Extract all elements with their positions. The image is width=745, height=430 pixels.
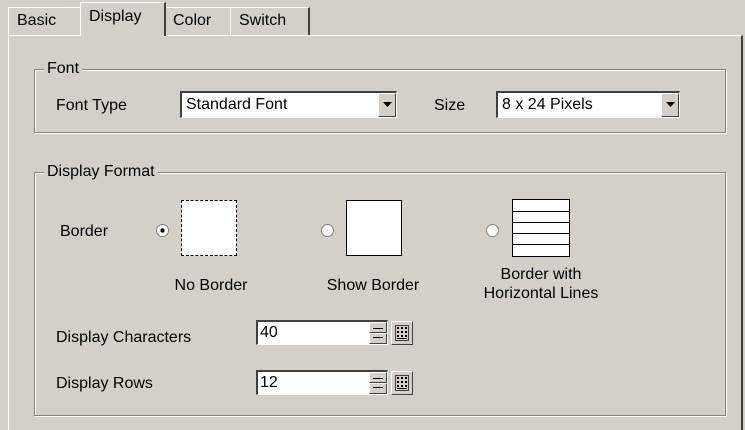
tab-switch[interactable]: Switch	[230, 7, 310, 37]
size-dropdown-button[interactable]	[661, 93, 679, 117]
size-label: Size	[434, 97, 466, 114]
border-label: Border	[60, 223, 109, 240]
keypad-icon	[395, 375, 409, 391]
display-format-group-legend: Display Format	[44, 163, 158, 181]
radio-show-border[interactable]	[321, 224, 334, 237]
display-rows-label: Display Rows	[56, 375, 153, 392]
no-border-preview	[181, 200, 237, 256]
size-value: 8 x 24 Pixels	[502, 96, 593, 113]
tab-color[interactable]: Color	[164, 7, 232, 37]
font-group-legend: Font	[44, 60, 83, 78]
show-border-preview	[346, 200, 402, 256]
display-characters-label: Display Characters	[56, 329, 192, 346]
chevron-down-icon	[383, 102, 392, 107]
display-rows-input[interactable]	[260, 373, 360, 393]
display-characters-field	[256, 320, 388, 345]
tab-display-label: Display	[89, 8, 142, 25]
font-type-label: Font Type	[56, 97, 127, 114]
display-characters-spin-down[interactable]	[369, 333, 387, 344]
display-rows-keypad-button[interactable]	[391, 371, 413, 395]
tab-basic[interactable]: Basic	[8, 7, 82, 37]
font-type-value: Standard Font	[186, 96, 288, 113]
spin-down-icon	[373, 387, 383, 388]
show-border-label: Show Border	[326, 277, 420, 294]
display-rows-spinner	[369, 372, 387, 394]
display-characters-spin-up[interactable]	[369, 322, 387, 333]
display-rows-spin-up[interactable]	[369, 372, 387, 383]
tab-color-label: Color	[173, 12, 212, 29]
tab-switch-label: Switch	[239, 12, 287, 29]
no-border-label: No Border	[174, 277, 248, 294]
size-select[interactable]: 8 x 24 Pixels	[496, 91, 680, 118]
keypad-icon	[395, 325, 409, 341]
display-rows-spin-down[interactable]	[369, 383, 387, 394]
radio-no-border[interactable]	[156, 224, 169, 237]
tab-display[interactable]: Display	[80, 2, 166, 36]
radio-border-horizontal-lines[interactable]	[486, 224, 499, 237]
display-characters-keypad-button[interactable]	[391, 321, 413, 345]
spin-up-icon	[373, 328, 383, 329]
display-rows-field	[256, 370, 388, 395]
spin-up-icon	[373, 378, 383, 379]
tab-basic-label: Basic	[17, 12, 57, 29]
display-characters-input[interactable]	[260, 323, 360, 343]
spin-down-icon	[373, 337, 383, 338]
font-type-select[interactable]: Standard Font	[180, 91, 397, 118]
chevron-down-icon	[666, 102, 675, 107]
font-type-dropdown-button[interactable]	[378, 93, 396, 117]
border-horizontal-lines-label: Border with Horizontal Lines	[483, 266, 599, 302]
display-characters-spinner	[369, 322, 387, 344]
horizontal-lines-preview	[512, 199, 570, 257]
